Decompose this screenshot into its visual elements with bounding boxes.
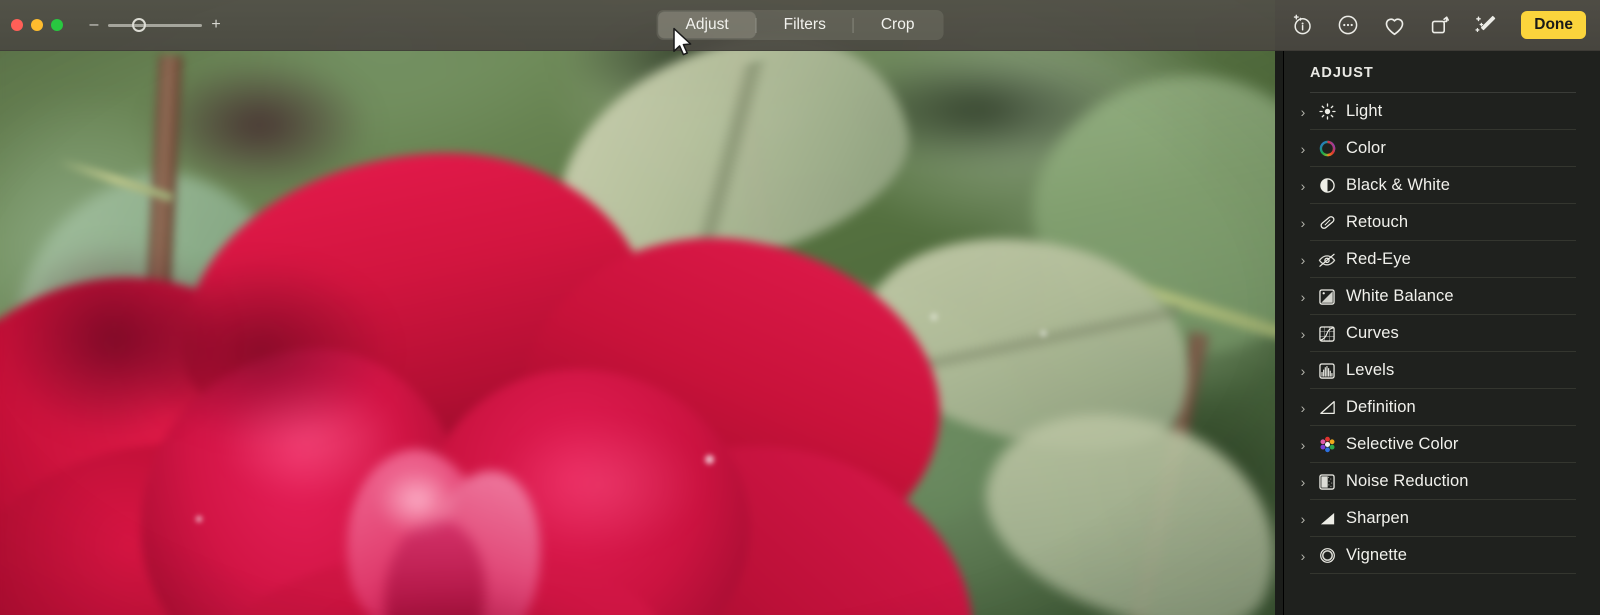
sidebar-item-label: Sharpen [1346, 509, 1410, 527]
sidebar-item-sharpen[interactable]: › Sharpen [1284, 500, 1600, 537]
sidebar-item-definition[interactable]: › Definition [1284, 389, 1600, 426]
minimize-button[interactable] [31, 19, 43, 31]
toolbar: – + Adjust Filters Crop Done [0, 0, 1600, 51]
close-button[interactable] [11, 19, 23, 31]
window-controls [11, 19, 63, 31]
adjust-sidebar: ADJUST › Light › Color › Black & White ›… [1283, 51, 1600, 615]
zoom-control[interactable]: – + [89, 17, 221, 33]
sidebar-item-label: White Balance [1346, 287, 1454, 305]
row-divider [1310, 573, 1576, 574]
dew-drop [196, 516, 202, 522]
sidebar-item-light[interactable]: › Light [1284, 93, 1600, 130]
chevron-right-icon[interactable]: › [1296, 549, 1310, 563]
chevron-right-icon[interactable]: › [1296, 475, 1310, 489]
sidebar-item-label: Noise Reduction [1346, 472, 1469, 490]
rotate-icon[interactable] [1427, 12, 1453, 38]
chevron-right-icon[interactable]: › [1296, 401, 1310, 415]
sidebar-item-label: Curves [1346, 324, 1399, 342]
zoom-out-icon[interactable]: – [89, 17, 99, 33]
sidebar-item-noise-reduction[interactable]: › Noise Reduction [1284, 463, 1600, 500]
photo-image [0, 0, 1275, 615]
ellipsis-circle-icon[interactable] [1335, 12, 1361, 38]
sidebar-item-label: Red-Eye [1346, 250, 1411, 268]
vignette-icon [1316, 545, 1338, 567]
eye-slash-icon [1316, 249, 1338, 271]
dew-drop [705, 455, 714, 464]
sidebar-item-label: Black & White [1346, 176, 1450, 194]
half-circle-icon [1316, 175, 1338, 197]
chevron-right-icon[interactable]: › [1296, 142, 1310, 156]
zoom-slider-handle[interactable] [132, 18, 146, 32]
tab-filters[interactable]: Filters [757, 12, 853, 38]
noise-reduction-icon [1316, 471, 1338, 493]
sidebar-item-red-eye[interactable]: › Red-Eye [1284, 241, 1600, 278]
photo-canvas[interactable] [0, 0, 1275, 615]
sidebar-item-label: Levels [1346, 361, 1395, 379]
sharpen-icon [1316, 508, 1338, 530]
photo-editor-window: – + Adjust Filters Crop Done ADJUST › Li… [0, 0, 1600, 615]
chevron-right-icon[interactable]: › [1296, 512, 1310, 526]
chevron-right-icon[interactable]: › [1296, 364, 1310, 378]
tab-crop[interactable]: Crop [854, 12, 942, 38]
done-button[interactable]: Done [1521, 11, 1586, 39]
sidebar-item-levels[interactable]: › Levels [1284, 352, 1600, 389]
sidebar-item-label: Retouch [1346, 213, 1409, 231]
tab-adjust[interactable]: Adjust [658, 12, 756, 38]
color-wheel-icon [1316, 138, 1338, 160]
chevron-right-icon[interactable]: › [1296, 290, 1310, 304]
chevron-right-icon[interactable]: › [1296, 438, 1310, 452]
levels-icon [1316, 360, 1338, 382]
sidebar-item-white-balance[interactable]: › White Balance [1284, 278, 1600, 315]
rose-flower [0, 120, 1017, 615]
sidebar-item-label: Color [1346, 139, 1386, 157]
sidebar-item-label: Vignette [1346, 546, 1408, 564]
zoom-slider[interactable] [108, 18, 202, 32]
sidebar-item-selective-color[interactable]: › Selective Color [1284, 426, 1600, 463]
selective-color-icon [1316, 434, 1338, 456]
chevron-right-icon[interactable]: › [1296, 253, 1310, 267]
dew-drop [930, 313, 938, 321]
edit-mode-segmented-control: Adjust Filters Crop [656, 10, 944, 40]
sidebar-item-label: Selective Color [1346, 435, 1459, 453]
sidebar-item-curves[interactable]: › Curves [1284, 315, 1600, 352]
sidebar-item-retouch[interactable]: › Retouch [1284, 204, 1600, 241]
sidebar-item-color[interactable]: › Color [1284, 130, 1600, 167]
sidebar-item-vignette[interactable]: › Vignette [1284, 537, 1600, 574]
sun-icon [1316, 101, 1338, 123]
magic-wand-icon[interactable] [1473, 12, 1499, 38]
white-balance-icon [1316, 286, 1338, 308]
sidebar-item-label: Definition [1346, 398, 1416, 416]
bandage-icon [1316, 212, 1338, 234]
maximize-button[interactable] [51, 19, 63, 31]
heart-icon[interactable] [1381, 12, 1407, 38]
curves-icon [1316, 323, 1338, 345]
chevron-right-icon[interactable]: › [1296, 179, 1310, 193]
chevron-right-icon[interactable]: › [1296, 216, 1310, 230]
sidebar-title: ADJUST [1310, 65, 1374, 81]
zoom-in-icon[interactable]: + [211, 17, 221, 33]
chevron-right-icon[interactable]: › [1296, 105, 1310, 119]
sidebar-item-black-and-white[interactable]: › Black & White [1284, 167, 1600, 204]
chevron-right-icon[interactable]: › [1296, 327, 1310, 341]
toolbar-actions: Done [1289, 11, 1586, 39]
definition-icon [1316, 397, 1338, 419]
info-sparkle-icon[interactable] [1289, 12, 1315, 38]
dew-drop [1040, 330, 1047, 337]
sidebar-item-label: Light [1346, 102, 1383, 120]
